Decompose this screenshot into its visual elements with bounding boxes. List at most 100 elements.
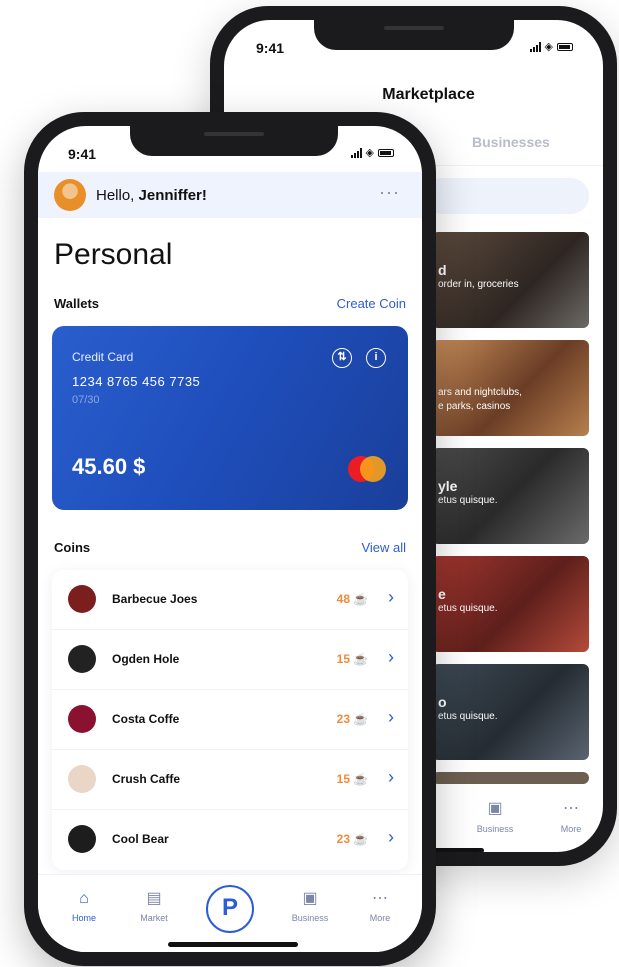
category-tile[interactable]: ars and nightclubs, e parks, casinos [432,340,589,436]
nav-label: More [560,824,582,834]
coin-name: Barbecue Joes [112,592,198,606]
create-coin-link[interactable]: Create Coin [337,296,406,311]
coin-row[interactable]: Barbecue Joes 48 ☕ › [52,570,408,630]
status-time: 9:41 [256,40,285,56]
nav-market[interactable]: ▤ Market [124,889,184,923]
nav-label: Business [291,913,329,923]
chevron-right-icon[interactable]: › [388,827,394,848]
chevron-right-icon[interactable]: › [388,647,394,668]
more-icon: ⋯ [372,890,388,907]
view-all-link[interactable]: View all [361,540,406,555]
coin-amount: 15 [336,652,350,666]
status-icons: ◈ [350,147,394,159]
category-tile[interactable]: o etus quisque. [432,664,589,760]
page-title: Marketplace [382,86,475,103]
category-desc: ars and nightclubs, e parks, casinos [438,387,522,412]
status-icons: ◈ [529,41,573,53]
coins-label: Coins [54,540,91,555]
card-number: 1234 8765 456 7735 [72,374,201,389]
coffee-cup-icon: ☕ [353,712,368,726]
coin-name: Ogden Hole [112,652,180,666]
category-desc: etus quisque. [438,495,498,506]
card-expiry: 07/30 [72,394,100,406]
coin-row[interactable]: Costa Coffe 23 ☕ › [52,690,408,750]
briefcase-icon: ▣ [302,890,318,907]
front-notch [130,126,338,156]
back-notch [314,20,514,50]
wifi-icon: ◈ [544,41,553,53]
coin-row[interactable]: Cool Bear 23 ☕ › [52,810,408,870]
category-desc: order in, groceries [438,279,519,290]
category-tile[interactable]: d order in, groceries [432,232,589,328]
briefcase-icon: ▣ [487,800,503,817]
chevron-right-icon[interactable]: › [388,707,394,728]
nav-label: Business [476,824,514,834]
card-balance: 45.60 $ [72,454,146,479]
category-tile[interactable] [432,772,589,784]
coffee-cup-icon: ☕ [353,592,368,606]
category-tile[interactable]: yle etus quisque. [432,448,589,544]
coin-logo [68,765,96,793]
coffee-cup-icon: ☕ [353,772,368,786]
sync-icon[interactable]: ⇅ [332,348,352,368]
coin-logo [68,585,96,613]
front-phone: 9:41 ◈ Hello, Jenniffer! ··· Personal Wa… [24,112,436,966]
bottom-nav: ⌂ Home ▤ Market P ▣ Business ⋯ More [38,874,422,952]
nav-home[interactable]: ⌂ Home [54,889,114,923]
coffee-cup-icon: ☕ [353,652,368,666]
category-title: d [438,262,447,278]
signal-icon [350,148,362,158]
nav-more[interactable]: ⋯ More [350,889,410,923]
battery-icon [557,43,573,51]
home-icon: ⌂ [79,890,89,907]
coin-logo [68,705,96,733]
category-desc: etus quisque. [438,603,498,614]
nav-business[interactable]: ▣ Business [280,889,340,923]
nav-more[interactable]: ⋯ More [536,800,603,834]
coin-logo [68,825,96,853]
nav-label: Market [140,913,168,923]
greeting-prefix: Hello, [96,187,139,204]
shopping-bag-icon: ▤ [146,890,162,907]
more-icon: ⋯ [563,800,579,817]
category-title: o [438,694,447,710]
more-options-icon[interactable]: ··· [379,182,400,203]
mastercard-icon [348,456,386,482]
coin-list: Barbecue Joes 48 ☕ › Ogden Hole 15 ☕ › C… [52,570,408,870]
greeting: Hello, Jenniffer! [96,187,207,204]
nav-label: Home [71,913,96,923]
coin-name: Cool Bear [112,832,169,846]
coin-amount: 15 [336,772,350,786]
nav-label: More [369,913,391,923]
status-time: 9:41 [68,146,97,162]
category-title: yle [438,478,458,494]
wallets-label: Wallets [54,296,100,311]
wifi-icon: ◈ [365,147,374,159]
home-indicator [168,942,298,947]
credit-card[interactable]: Credit Card 1234 8765 456 7735 07/30 ⇅ i… [52,326,408,510]
user-name: Jenniffer! [138,187,207,204]
avatar[interactable] [54,179,86,211]
search-input[interactable] [424,178,589,214]
category-desc: etus quisque. [438,711,498,722]
pay-button[interactable]: P [206,885,254,933]
chevron-right-icon[interactable]: › [388,767,394,788]
info-icon[interactable]: i [366,348,386,368]
coin-row[interactable]: Ogden Hole 15 ☕ › [52,630,408,690]
coffee-cup-icon: ☕ [353,832,368,846]
signal-icon [529,42,541,52]
coin-row[interactable]: Crush Caffe 15 ☕ › [52,750,408,810]
card-type: Credit Card [72,350,134,364]
category-title: e [438,586,446,602]
chevron-right-icon[interactable]: › [388,587,394,608]
coin-name: Crush Caffe [112,772,181,786]
nav-business[interactable]: ▣ Business [460,800,530,834]
category-tile[interactable]: e etus quisque. [432,556,589,652]
tab-businesses[interactable]: Businesses [472,134,550,150]
greeting-bar: Hello, Jenniffer! ··· [38,172,422,218]
coin-name: Costa Coffe [112,712,180,726]
front-phone-screen: 9:41 ◈ Hello, Jenniffer! ··· Personal Wa… [38,126,422,952]
coin-amount: 23 [336,832,350,846]
battery-icon [378,149,394,157]
coin-amount: 23 [336,712,350,726]
